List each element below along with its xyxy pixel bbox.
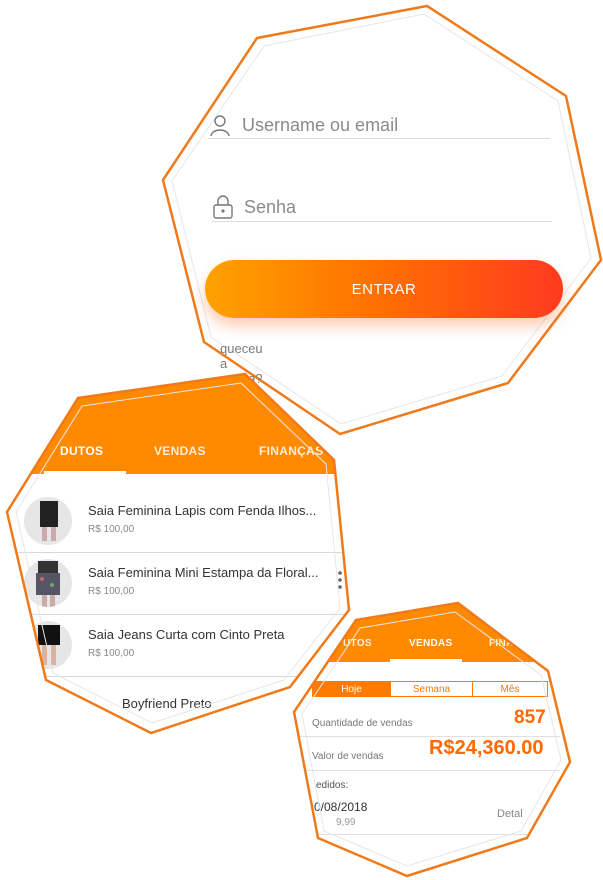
login-button-label: ENTRAR [351, 280, 417, 298]
tab-indicator [44, 471, 126, 474]
product-item[interactable]: Saia Feminina Lapis com Fenda Ilhos... R… [7, 490, 349, 553]
order-amount: 9,99 [336, 817, 356, 828]
password-placeholder: Senha [244, 196, 297, 217]
order-details-link[interactable]: Detal [497, 808, 523, 820]
product-item[interactable]: Saia Feminina Mini Estampa da Floral... … [7, 552, 349, 615]
period-week[interactable]: Semana [390, 681, 473, 697]
value-label: Valor de vendas [312, 751, 384, 762]
quantity-label: Quantidade de vendas [312, 718, 413, 729]
product-thumbnail [24, 621, 72, 669]
username-placeholder: Username ou email [242, 114, 399, 135]
order-date: 0/08/2018 [314, 800, 368, 814]
user-icon [210, 115, 230, 137]
period-today[interactable]: Hoje [312, 681, 391, 697]
tab-vendas[interactable]: VENDAS [154, 444, 206, 458]
product-name: Saia Feminina Mini Estampa da Floral... [88, 565, 319, 580]
product-price: R$ 100,00 [88, 648, 135, 659]
product-price: R$ 100,00 [88, 586, 135, 597]
tab-financas[interactable]: FINANÇAS [259, 444, 323, 458]
tab-financas[interactable]: FINA [489, 638, 514, 649]
orders-label: edidos: [316, 780, 349, 791]
quantity-value: 857 [514, 707, 546, 728]
login-button[interactable]: ENTRAR [205, 260, 563, 318]
divider [300, 770, 560, 771]
tab-indicator [390, 659, 462, 662]
product-thumbnail [24, 497, 72, 545]
tab-vendas[interactable]: VENDAS [409, 638, 452, 649]
tab-produtos[interactable]: DUTOS [60, 444, 103, 458]
product-name: Saia Feminina Lapis com Fenda Ilhos... [88, 503, 317, 518]
product-thumbnail [24, 559, 72, 607]
product-name: Saia Jeans Curta com Cinto Preta [88, 627, 285, 642]
password-field[interactable]: Senha [212, 193, 552, 222]
tab-produtos[interactable]: UTOS [343, 638, 372, 649]
product-name: Boyfriend Preto [122, 696, 212, 711]
more-vertical-icon[interactable] [336, 570, 344, 590]
period-month[interactable]: Mês [472, 681, 548, 697]
product-item[interactable]: Saia Jeans Curta com Cinto Preta R$ 100,… [7, 614, 349, 677]
divider [300, 834, 560, 835]
product-price: R$ 100,00 [88, 524, 135, 535]
products-header [7, 374, 349, 474]
username-field[interactable]: Username ou email [208, 112, 550, 139]
value-amount: R$24,360.00 [429, 737, 544, 759]
lock-icon [213, 195, 233, 219]
